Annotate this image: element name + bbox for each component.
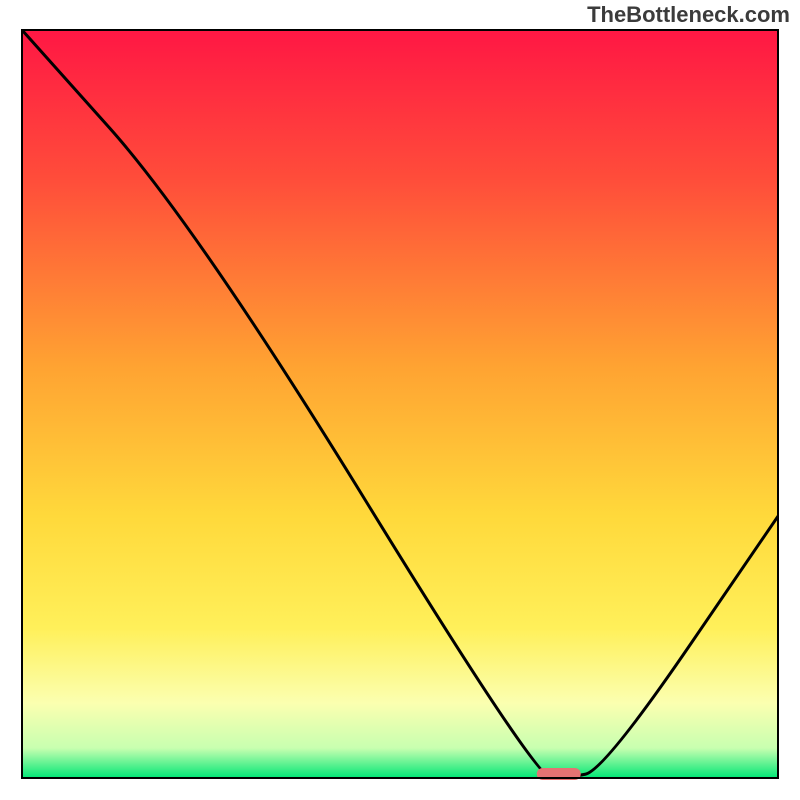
plot-area (22, 30, 778, 780)
bottleneck-chart-svg (0, 0, 800, 800)
chart-frame: TheBottleneck.com (0, 0, 800, 800)
gradient-background (22, 30, 778, 778)
